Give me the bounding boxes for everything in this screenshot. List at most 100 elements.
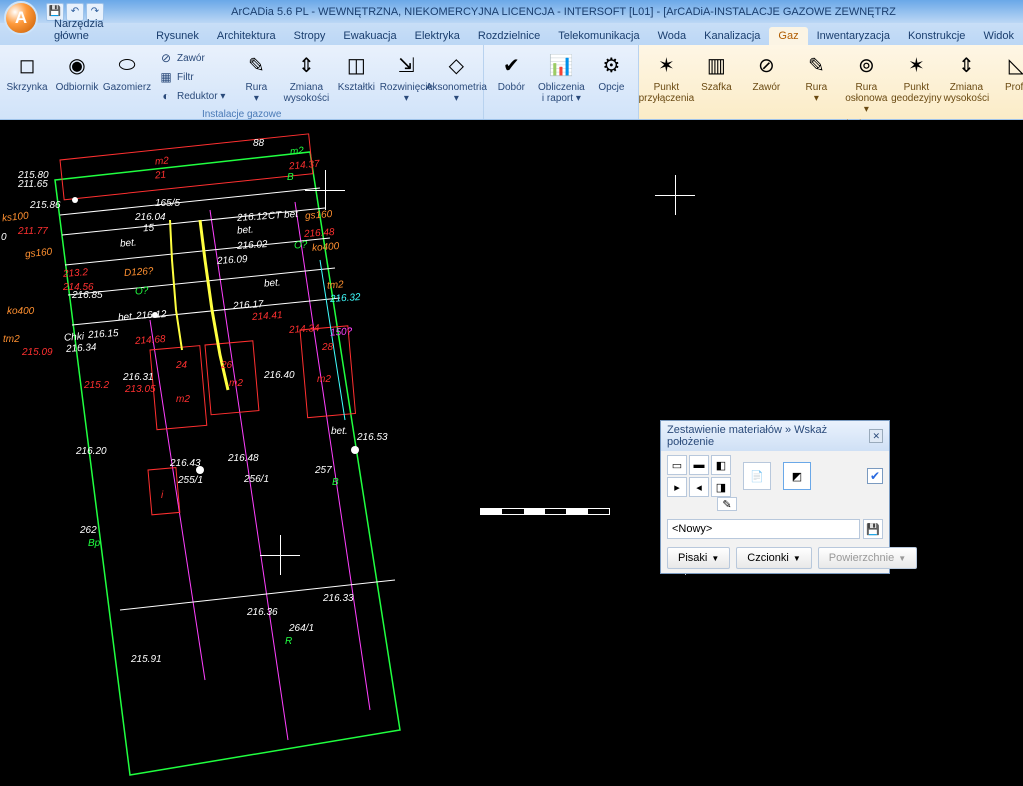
ribbon-icon: ✔ bbox=[495, 49, 527, 81]
panel-title[interactable]: Zestawienie materiałów » Wskaż położenie… bbox=[661, 421, 889, 451]
ribbon-label: Ruraosłonowa ▾ bbox=[844, 82, 888, 115]
ribbon-profil-button[interactable]: ◺Profil bbox=[992, 47, 1023, 95]
scale-bar bbox=[480, 508, 610, 515]
ribbon-obliczenia-i-raport--button[interactable]: 📊Obliczeniai raport ▾ bbox=[537, 47, 585, 106]
ribbon-icon: ▦ bbox=[158, 69, 174, 85]
ribbon-dobór-button[interactable]: ✔Dobór bbox=[487, 47, 535, 95]
ribbon-label: Zmianawysokości bbox=[944, 82, 990, 104]
ribbon-icon: ✎ bbox=[240, 49, 272, 81]
drawing-canvas[interactable]: 88m2214.37m221B215.80211.65215.86165/521… bbox=[0, 120, 1023, 786]
tab-telekomunikacja[interactable]: Telekomunikacja bbox=[549, 27, 648, 45]
tool-icon[interactable]: ✎ bbox=[717, 497, 737, 511]
ribbon-label: Zawór bbox=[752, 82, 780, 93]
window-title: ArCADia 5.6 PL - WEWNĘTRZNA, NIEKOMERCYJ… bbox=[104, 6, 1023, 18]
ribbon-rura--button[interactable]: ✎Rura▾ bbox=[232, 47, 280, 106]
ribbon-label: Punktgeodezyjny bbox=[891, 82, 942, 104]
ribbon-rura-osłonowa--button[interactable]: ⊚Ruraosłonowa ▾ bbox=[842, 47, 890, 117]
tab-architektura[interactable]: Architektura bbox=[208, 27, 285, 45]
tab-woda[interactable]: Woda bbox=[649, 27, 696, 45]
tool-icon[interactable]: ▭ bbox=[667, 455, 687, 475]
ribbon-label: Punktprzyłączenia bbox=[639, 82, 695, 104]
ribbon-label: Profil bbox=[1005, 82, 1023, 93]
ribbon-icon: ✶ bbox=[650, 49, 682, 81]
tab-narzędzia-główne[interactable]: Narzędzia główne bbox=[45, 15, 147, 45]
ribbon-punkt-geodezyjny-button[interactable]: ✶Punktgeodezyjny bbox=[892, 47, 940, 106]
ribbon-szafka-button[interactable]: ▥Szafka bbox=[692, 47, 740, 95]
ribbon-group-instalacje-gazowe: ◻Skrzynka◉Odbiornik⬭Gazomierz⊘Zawór▦Filt… bbox=[0, 45, 484, 119]
ribbon-zmiana-wysokości-button[interactable]: ⇕Zmianawysokości bbox=[942, 47, 990, 106]
app-menu-orb[interactable]: A bbox=[4, 1, 38, 35]
ribbon-zawór-button[interactable]: ⊘Zawór bbox=[742, 47, 790, 95]
ribbon-icon: ◺ bbox=[1000, 49, 1023, 81]
ribbon-odbiornik-button[interactable]: ◉Odbiornik bbox=[53, 47, 101, 95]
ribbon-opcje-button[interactable]: ⚙Opcje bbox=[587, 47, 635, 95]
combo-value: <Nowy> bbox=[672, 523, 712, 535]
tool-icon[interactable]: ◨ bbox=[711, 477, 731, 497]
checkbox[interactable]: ✔ bbox=[867, 468, 883, 484]
ribbon-filtr-button[interactable]: ▦Filtr bbox=[155, 68, 228, 86]
ribbon-icon: ✶ bbox=[900, 49, 932, 81]
ribbon-icon: ⊘ bbox=[750, 49, 782, 81]
ribbon-tabstrip: Narzędzia główneRysunekArchitekturaStrop… bbox=[0, 23, 1023, 45]
ribbon-icon: ◉ bbox=[61, 49, 93, 81]
ribbon-icon: ⇲ bbox=[390, 49, 422, 81]
materials-panel[interactable]: Zestawienie materiałów » Wskaż położenie… bbox=[660, 420, 890, 574]
ribbon-punkt-przyłączenia-button[interactable]: ✶Punktprzyłączenia bbox=[642, 47, 690, 106]
ribbon-label: Szafka bbox=[701, 82, 732, 93]
ribbon-label: Gazomierz bbox=[103, 82, 151, 93]
tab-kanalizacja[interactable]: Kanalizacja bbox=[695, 27, 769, 45]
tool-icon[interactable]: ◂ bbox=[689, 477, 709, 497]
ribbon-icon: ◐ bbox=[158, 88, 174, 104]
tab-widok[interactable]: Widok bbox=[974, 27, 1023, 45]
panel-title-text: Zestawienie materiałów » Wskaż położenie bbox=[667, 424, 869, 448]
ribbon-group-tools: ✔Dobór📊Obliczeniai raport ▾⚙Opcje bbox=[484, 45, 639, 119]
tab-stropy[interactable]: Stropy bbox=[285, 27, 335, 45]
ribbon-label: Zmianawysokości bbox=[284, 82, 330, 104]
ribbon-rura--button[interactable]: ✎Rura▾ bbox=[792, 47, 840, 106]
fonts-button[interactable]: Czcionki▼ bbox=[736, 547, 812, 569]
ribbon-label: Dobór bbox=[498, 82, 525, 93]
pens-button[interactable]: Pisaki▼ bbox=[667, 547, 730, 569]
ribbon-rozwinięcie--button[interactable]: ⇲Rozwinięcie▾ bbox=[382, 47, 430, 106]
tool-icon[interactable]: ◩ bbox=[783, 462, 811, 490]
ribbon-icon: 📊 bbox=[545, 49, 577, 81]
ribbon-icon: ⇕ bbox=[290, 49, 322, 81]
tab-elektryka[interactable]: Elektryka bbox=[406, 27, 469, 45]
tab-inwentaryzacja[interactable]: Inwentaryzacja bbox=[808, 27, 899, 45]
ribbon: ◻Skrzynka◉Odbiornik⬭Gazomierz⊘Zawór▦Filt… bbox=[0, 45, 1023, 120]
ribbon-icon: ◇ bbox=[440, 49, 472, 81]
tab-gaz[interactable]: Gaz bbox=[769, 27, 807, 45]
ribbon-label: Opcje bbox=[598, 82, 624, 93]
save-preset-icon[interactable]: 💾 bbox=[863, 519, 883, 539]
ribbon-icon: ⊘ bbox=[158, 50, 174, 66]
ribbon-skrzynka-button[interactable]: ◻Skrzynka bbox=[3, 47, 51, 95]
tab-rysunek[interactable]: Rysunek bbox=[147, 27, 208, 45]
tab-konstrukcje[interactable]: Konstrukcje bbox=[899, 27, 974, 45]
ribbon-label: Zawór bbox=[177, 53, 205, 64]
ribbon-aksonometria--button[interactable]: ◇Aksonometria▾ bbox=[432, 47, 480, 106]
tab-rozdzielnice[interactable]: Rozdzielnice bbox=[469, 27, 549, 45]
tab-ewakuacja[interactable]: Ewakuacja bbox=[334, 27, 405, 45]
close-icon[interactable]: ✕ bbox=[869, 429, 883, 443]
tool-icon[interactable]: ▬ bbox=[689, 455, 709, 475]
ribbon-icon: ⇕ bbox=[950, 49, 982, 81]
ribbon-label: Skrzynka bbox=[6, 82, 47, 93]
group-title bbox=[484, 117, 638, 119]
ribbon-label: Reduktor ▾ bbox=[177, 91, 225, 102]
ribbon-reduktor--button[interactable]: ◐Reduktor ▾ bbox=[155, 87, 228, 105]
ribbon-zawór-button[interactable]: ⊘Zawór bbox=[155, 49, 228, 67]
ribbon-zmiana-wysokości-button[interactable]: ⇕Zmianawysokości bbox=[282, 47, 330, 106]
surfaces-button[interactable]: Powierzchnie▼ bbox=[818, 547, 917, 569]
ribbon-label: Aksonometria▾ bbox=[426, 82, 487, 104]
ribbon-kształtki-button[interactable]: ◫Kształtki bbox=[332, 47, 380, 95]
ribbon-icon: ▥ bbox=[700, 49, 732, 81]
ribbon-icon: ⬭ bbox=[111, 49, 143, 81]
ribbon-gazomierz-button[interactable]: ⬭Gazomierz bbox=[103, 47, 151, 95]
preset-combo[interactable]: <Nowy> bbox=[667, 519, 860, 539]
ribbon-group-instalacje-gazowe-zewnetrzne: ✶Punktprzyłączenia▥Szafka⊘Zawór✎Rura▾⊚Ru… bbox=[639, 45, 1023, 119]
ribbon-icon: ⊚ bbox=[850, 49, 882, 81]
tool-icon[interactable]: ◧ bbox=[711, 455, 731, 475]
ribbon-label: Obliczeniai raport ▾ bbox=[538, 82, 585, 104]
tool-icon[interactable]: 📄 bbox=[743, 462, 771, 490]
tool-icon[interactable]: ▸ bbox=[667, 477, 687, 497]
